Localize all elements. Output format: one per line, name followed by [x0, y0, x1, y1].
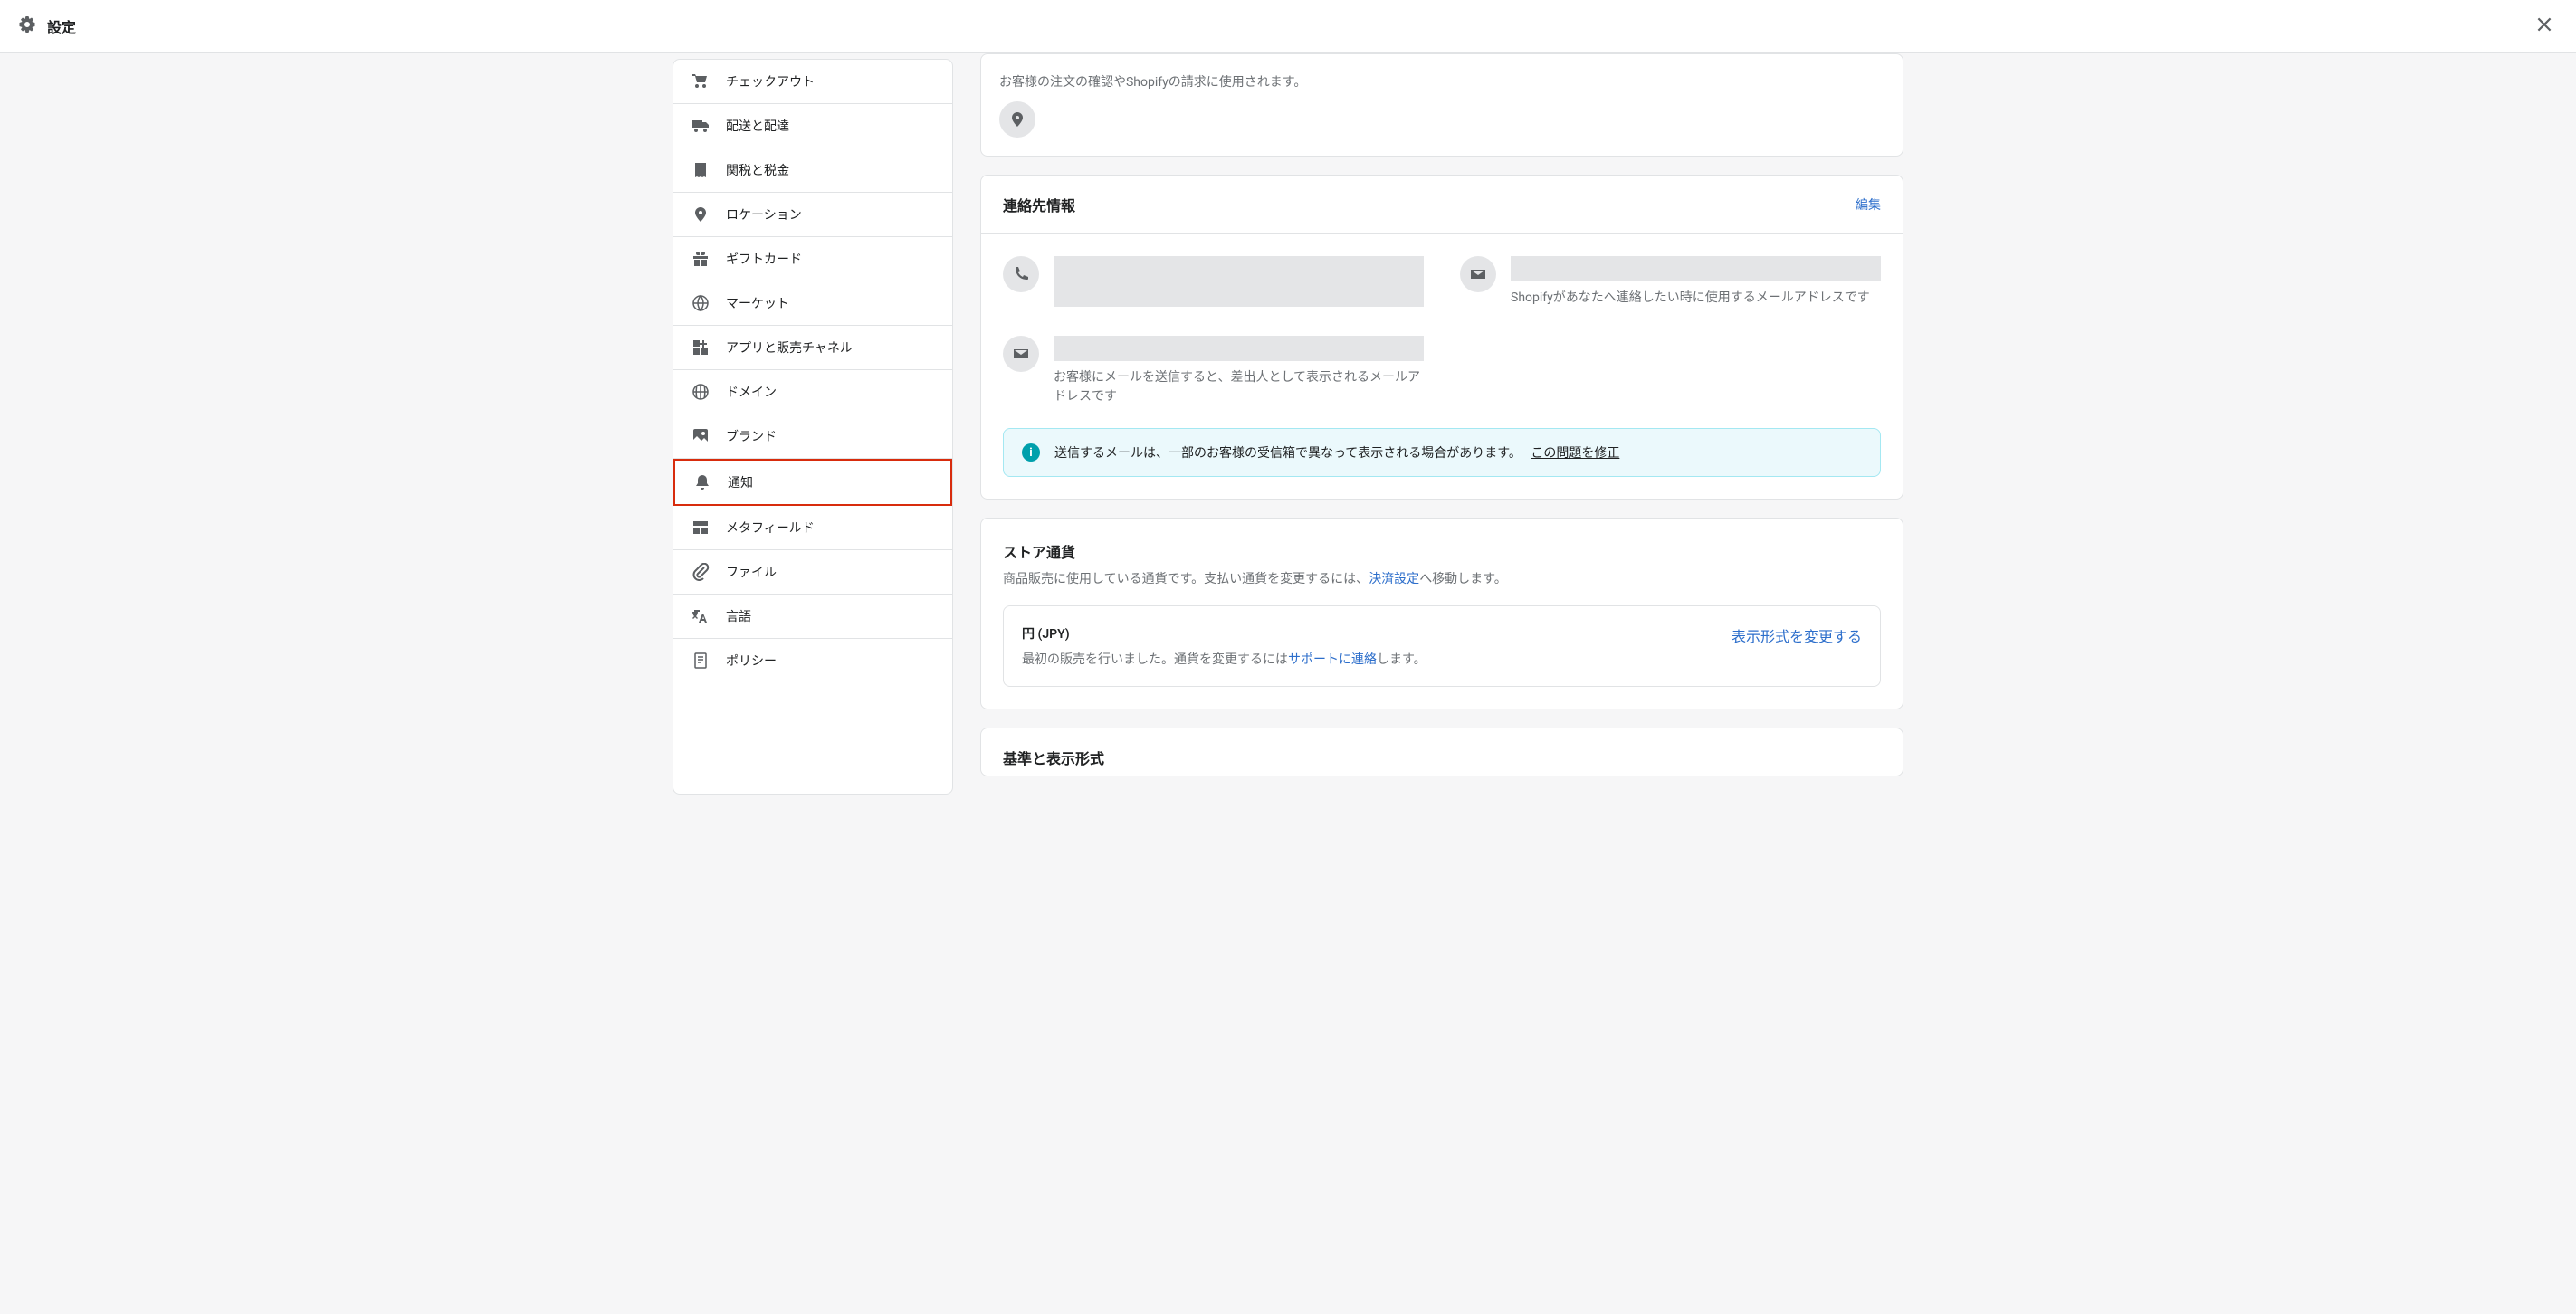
attachment-icon — [692, 563, 710, 581]
bell-icon — [693, 473, 711, 491]
sidebar-item-brand[interactable]: ブランド — [673, 414, 952, 459]
cart-icon — [692, 72, 710, 90]
contact-card-header: 連絡先情報 編集 — [981, 176, 1903, 234]
sidebar-item-label: ギフトカード — [726, 250, 802, 268]
close-button[interactable] — [2531, 11, 2558, 42]
location-icon — [692, 205, 710, 224]
sidebar-item-shipping[interactable]: 配送と配達 — [673, 104, 952, 148]
sidebar-item-taxes[interactable]: 関税と税金 — [673, 148, 952, 193]
sidebar-item-label: ロケーション — [726, 205, 802, 224]
contact-email-sender: お客様にメールを送信すると、差出人として表示されるメールアドレスです — [1003, 336, 1424, 406]
settings-sidebar: チェックアウト 配送と配達 関税と税金 ロケーション — [673, 59, 953, 795]
payment-settings-link[interactable]: 決済設定 — [1369, 572, 1419, 586]
redacted-email-sender — [1054, 336, 1424, 361]
sidebar-item-giftcards[interactable]: ギフトカード — [673, 237, 952, 281]
page-title: 設定 — [47, 15, 76, 37]
globe-icon — [692, 294, 710, 312]
sidebar-item-checkout[interactable]: チェックアウト — [673, 60, 952, 104]
sidebar-item-label: ブランド — [726, 427, 777, 445]
gear-icon — [18, 15, 36, 37]
domain-icon — [692, 383, 710, 401]
main-content: お客様の注文の確認やShopifyの請求に使用されます。 連絡先情報 編集 — [980, 53, 1903, 795]
email-shopify-desc: Shopifyがあなたへ連絡したい時に使用するメールアドレスです — [1511, 289, 1881, 308]
sidebar-item-domains[interactable]: ドメイン — [673, 370, 952, 414]
address-card-partial: お客様の注文の確認やShopifyの請求に使用されます。 — [980, 53, 1903, 157]
sidebar-item-label: 配送と配達 — [726, 117, 789, 135]
language-icon — [692, 607, 710, 625]
banner-text: 送信するメールは、一部のお客様の受信箱で異なって表示される場合があります。 — [1054, 446, 1522, 461]
currency-card: ストア通貨 商品販売に使用している通貨です。支払い通貨を変更するには、決済設定へ… — [980, 518, 1903, 709]
apps-icon — [692, 338, 710, 357]
currency-desc: 商品販売に使用している通貨です。支払い通貨を変更するには、決済設定へ移動します。 — [1003, 569, 1881, 587]
receipt-icon — [692, 161, 710, 179]
sidebar-item-policies[interactable]: ポリシー — [673, 639, 952, 682]
sidebar-item-languages[interactable]: 言語 — [673, 595, 952, 639]
settings-header: 設定 — [0, 0, 2576, 53]
standards-title: 基準と表示形式 — [981, 728, 1903, 776]
contact-info-card: 連絡先情報 編集 — [980, 175, 1903, 500]
sidebar-item-label: 関税と税金 — [726, 161, 789, 179]
info-icon: i — [1022, 443, 1040, 462]
sidebar-item-label: マーケット — [726, 294, 789, 312]
email-sender-desc: お客様にメールを送信すると、差出人として表示されるメールアドレスです — [1054, 368, 1424, 406]
sidebar-item-apps[interactable]: アプリと販売チャネル — [673, 326, 952, 370]
metafields-icon — [692, 519, 710, 537]
support-link[interactable]: サポートに連絡 — [1288, 652, 1377, 667]
currency-name: 円 (JPY) — [1022, 624, 1426, 643]
brand-icon — [692, 427, 710, 445]
contact-title: 連絡先情報 — [1003, 194, 1075, 215]
sidebar-item-label: ポリシー — [726, 652, 777, 670]
sidebar-item-label: メタフィールド — [726, 519, 815, 537]
email-icon — [1460, 256, 1496, 292]
sidebar-item-metafields[interactable]: メタフィールド — [673, 506, 952, 550]
sidebar-item-locations[interactable]: ロケーション — [673, 193, 952, 237]
contact-email-shopify: Shopifyがあなたへ連絡したい時に使用するメールアドレスです — [1460, 256, 1881, 314]
email-warning-banner: i 送信するメールは、一部のお客様の受信箱で異なって表示される場合があります。 … — [1003, 428, 1881, 477]
sidebar-item-label: チェックアウト — [726, 72, 815, 90]
sidebar-item-label: ドメイン — [726, 383, 777, 401]
gift-icon — [692, 250, 710, 268]
fix-issue-link[interactable]: この問題を修正 — [1531, 446, 1619, 461]
redacted-phone — [1054, 256, 1424, 307]
redacted-email-shopify — [1511, 256, 1881, 281]
policy-icon — [692, 652, 710, 670]
sidebar-item-label: 言語 — [726, 607, 751, 625]
change-format-link[interactable]: 表示形式を変更する — [1732, 624, 1862, 646]
location-pin-icon — [999, 101, 1035, 138]
sidebar-item-label: 通知 — [728, 473, 753, 491]
edit-contact-link[interactable]: 編集 — [1856, 195, 1881, 214]
header-left: 設定 — [18, 15, 76, 37]
standards-card: 基準と表示形式 — [980, 728, 1903, 776]
currency-box: 円 (JPY) 最初の販売を行いました。通貨を変更するにはサポートに連絡します。… — [1003, 605, 1881, 687]
contact-phone — [1003, 256, 1424, 314]
partial-text: お客様の注文の確認やShopifyの請求に使用されます。 — [999, 72, 1884, 90]
sidebar-item-label: アプリと販売チャネル — [726, 338, 853, 357]
sidebar-item-markets[interactable]: マーケット — [673, 281, 952, 326]
currency-title: ストア通貨 — [1003, 540, 1881, 562]
currency-note: 最初の販売を行いました。通貨を変更するにはサポートに連絡します。 — [1022, 650, 1426, 668]
sidebar-item-label: ファイル — [726, 563, 777, 581]
truck-icon — [692, 117, 710, 135]
banner-content: 送信するメールは、一部のお客様の受信箱で異なって表示される場合があります。 この… — [1054, 443, 1619, 462]
phone-icon — [1003, 256, 1039, 292]
email-icon — [1003, 336, 1039, 372]
sidebar-item-files[interactable]: ファイル — [673, 550, 952, 595]
sidebar-item-notifications[interactable]: 通知 — [673, 459, 952, 506]
